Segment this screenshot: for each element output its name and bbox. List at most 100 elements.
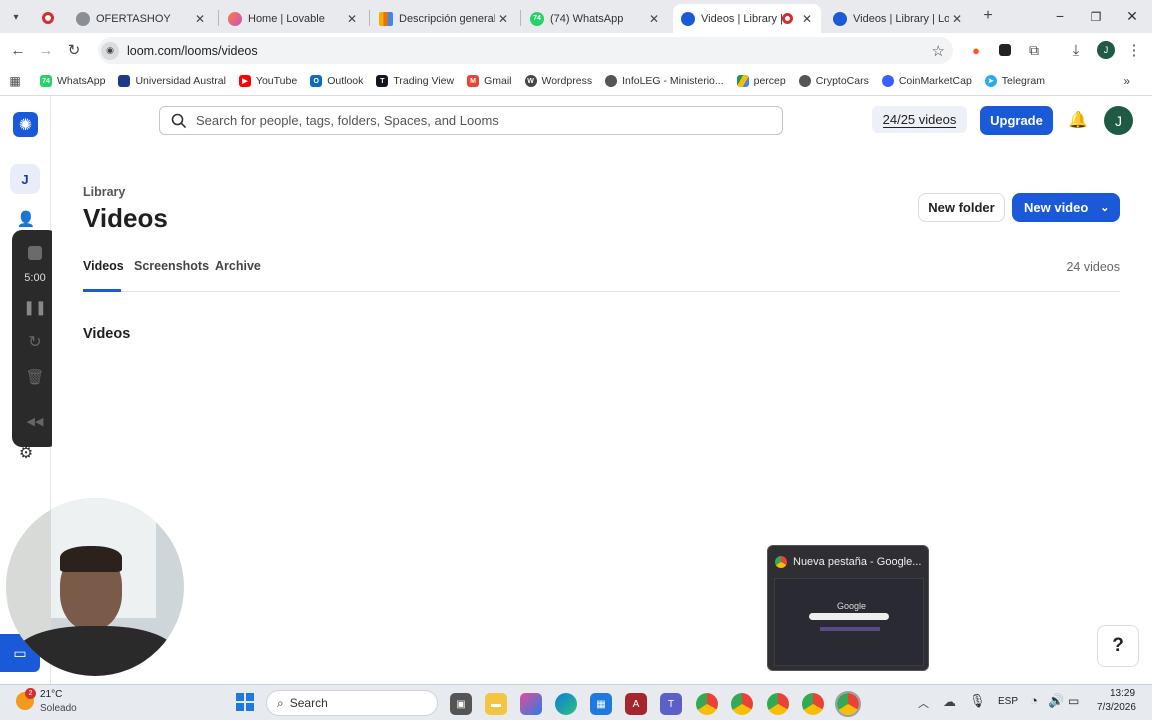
task-view-icon[interactable]: ▣ <box>450 693 472 715</box>
bookmark-label: Wordpress <box>541 75 593 87</box>
workspace-avatar[interactable]: J <box>10 164 40 194</box>
globe-favicon-icon <box>76 11 90 26</box>
video-count-badge[interactable]: 24/25 videos <box>872 106 967 133</box>
video-count-text: 24/25 videos <box>882 111 957 128</box>
site-info-icon[interactable]: ◉ <box>101 41 119 60</box>
webcam-bubble[interactable] <box>6 498 184 676</box>
extension-fire-icon[interactable]: ● <box>964 38 988 62</box>
tab-separator <box>369 10 370 26</box>
chrome-icon[interactable] <box>731 693 753 715</box>
recording-indicator-icon <box>782 13 793 24</box>
tab-loom[interactable]: Videos | Library | Loom ✕ <box>825 4 971 33</box>
tab-videos[interactable]: Videos <box>83 259 124 273</box>
restore-window-icon[interactable]: ❐ <box>1088 9 1104 25</box>
teams-icon[interactable]: T <box>660 693 682 715</box>
search-input[interactable]: Search for people, tags, folders, Spaces… <box>159 106 783 135</box>
extensions-puzzle-icon[interactable]: ⧉ <box>1022 38 1046 62</box>
close-tab-icon[interactable]: ✕ <box>344 12 360 26</box>
invite-user-icon[interactable]: 👤 <box>15 208 37 230</box>
browser-menu-icon[interactable]: ⋮ <box>1122 38 1146 62</box>
profile-avatar-icon[interactable]: J <box>1094 38 1118 62</box>
bookmark-percep[interactable]: percep <box>736 75 786 87</box>
tab-archive[interactable]: Archive <box>215 259 261 273</box>
new-folder-button[interactable]: New folder <box>918 193 1005 222</box>
preview-bar <box>820 627 880 631</box>
bookmark-cryptocars[interactable]: CryptoCars <box>798 75 869 87</box>
edge-icon[interactable] <box>555 693 577 715</box>
tab-strip: ▾ OFERTASHOY ✕ Home | Lovable ✕ Descripc… <box>0 0 1152 33</box>
bookmark-outlook[interactable]: O Outlook <box>310 75 363 87</box>
person-hair <box>60 546 122 572</box>
tab-loom-active[interactable]: Videos | Library | L ✕ <box>673 4 821 33</box>
chrome-icon[interactable] <box>696 693 718 715</box>
copilot-icon[interactable] <box>520 693 542 715</box>
tab-descripcion[interactable]: Descripción general ✕ <box>371 4 517 33</box>
chrome-icon[interactable] <box>802 693 824 715</box>
tab-whatsapp[interactable]: 74 (74) WhatsApp ✕ <box>522 4 668 33</box>
clock-time[interactable]: 13:29 <box>1110 688 1135 699</box>
bookmark-coinmarketcap[interactable]: CoinMarketCap <box>881 75 972 87</box>
show-hidden-icons-chevron-icon[interactable]: ︿ <box>918 695 929 711</box>
close-tab-icon[interactable]: ✕ <box>949 12 965 26</box>
breadcrumb[interactable]: Library <box>83 185 125 199</box>
volume-icon[interactable]: 🔊 <box>1048 693 1064 709</box>
access-icon[interactable]: A <box>625 693 647 715</box>
tab-screenshots[interactable]: Screenshots <box>134 259 209 273</box>
language-indicator[interactable]: ESP <box>998 696 1018 707</box>
new-video-label: New video <box>1024 200 1089 215</box>
user-avatar[interactable]: J <box>1104 106 1133 135</box>
reload-icon[interactable]: ↻ <box>62 38 86 62</box>
clock-date[interactable]: 7/3/2026 <box>1097 702 1136 713</box>
onedrive-cloud-icon[interactable]: ☁ <box>943 694 956 710</box>
taskbar-search[interactable]: ⌕ Search <box>266 690 438 716</box>
page-title: Videos <box>83 203 168 233</box>
outlook-icon: O <box>310 75 323 87</box>
chrome-icon[interactable] <box>767 693 789 715</box>
bookmark-telegram[interactable]: ➤ Telegram <box>984 75 1045 87</box>
back-arrow-icon[interactable]: ← <box>6 38 30 62</box>
bookmark-trading-view[interactable]: T Trading View <box>376 75 454 87</box>
close-tab-icon[interactable]: ✕ <box>495 12 511 26</box>
forward-arrow-icon[interactable]: → <box>34 38 58 62</box>
downloads-icon[interactable]: ⤓ <box>1064 38 1088 62</box>
notifications-bell-icon[interactable]: 🔔 <box>1068 110 1088 130</box>
help-button[interactable]: ? <box>1097 625 1139 667</box>
bookmark-whatsapp[interactable]: 74 WhatsApp <box>40 75 105 87</box>
chrome-icon[interactable] <box>835 691 861 717</box>
whatsapp-icon: 74 <box>40 75 52 87</box>
tab-search-chevron-icon[interactable]: ▾ <box>8 10 24 24</box>
tab-title: Home | Lovable <box>248 12 325 25</box>
close-tab-icon[interactable]: ✕ <box>192 12 208 26</box>
more-bookmarks-chevron-icon[interactable]: » <box>1123 74 1130 88</box>
loom-logo-icon[interactable]: ✺ <box>13 112 38 137</box>
bookmark-gmail[interactable]: M Gmail <box>467 75 512 87</box>
tab-lovable[interactable]: Home | Lovable ✕ <box>220 4 366 33</box>
close-tab-icon[interactable]: ✕ <box>646 12 662 26</box>
extension-camera-icon[interactable] <box>993 38 1017 62</box>
store-icon[interactable]: ▦ <box>590 693 612 715</box>
bookmark-label: CoinMarketCap <box>898 75 972 87</box>
battery-icon[interactable]: ▭ <box>1068 694 1079 708</box>
microphone-icon[interactable]: 🎙 <box>969 693 986 709</box>
new-video-button[interactable]: New video ⌄ <box>1012 193 1120 222</box>
bookmark-star-icon[interactable]: ☆ <box>932 42 945 60</box>
address-bar[interactable]: ◉ loom.com/looms/videos ☆ <box>98 37 953 64</box>
new-tab-plus-icon[interactable]: + <box>980 7 996 24</box>
minimize-window-icon[interactable]: − <box>1052 8 1068 24</box>
bookmark-infoleg[interactable]: InfoLEG - Ministerio... <box>605 75 724 87</box>
tabs-divider <box>83 291 1120 292</box>
taskbar-preview-popup[interactable]: Nueva pestaña - Google... Google <box>767 545 929 671</box>
close-tab-icon[interactable]: ✕ <box>799 12 815 26</box>
bookmark-youtube[interactable]: ▶ YouTube <box>238 75 297 87</box>
apps-grid-icon[interactable]: ▦ <box>8 74 22 88</box>
file-explorer-icon[interactable]: ▬ <box>485 693 507 715</box>
close-window-icon[interactable]: ✕ <box>1124 8 1140 24</box>
tab-ofertashoy[interactable]: OFERTASHOY ✕ <box>34 4 214 33</box>
bookmark-label: WhatsApp <box>57 75 106 87</box>
bookmark-universidad-austral[interactable]: Universidad Austral <box>118 75 226 87</box>
wifi-icon[interactable]: ◔ <box>1030 693 1038 708</box>
upgrade-button[interactable]: Upgrade <box>980 106 1053 135</box>
windows-start-icon[interactable] <box>235 692 255 712</box>
bookmark-wordpress[interactable]: W Wordpress <box>524 75 593 87</box>
active-tab-underline <box>83 289 121 292</box>
